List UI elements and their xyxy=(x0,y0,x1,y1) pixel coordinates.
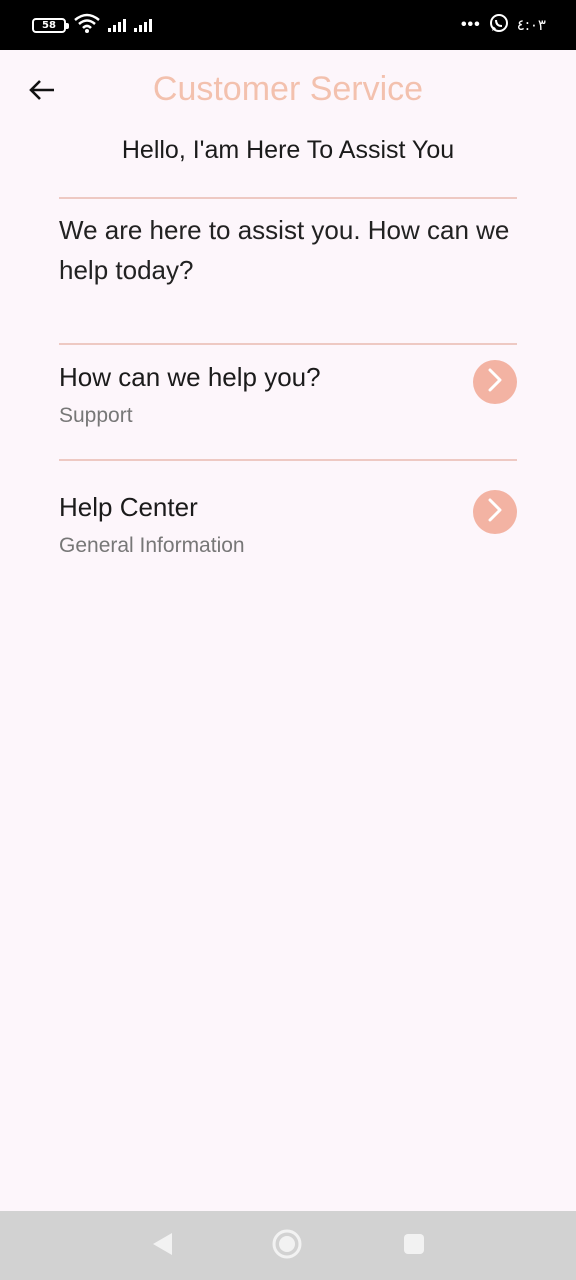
row-subtitle: Support xyxy=(59,404,133,427)
battery-icon: 58 xyxy=(32,17,69,33)
status-time: ٤:٠٣ xyxy=(516,16,546,34)
divider xyxy=(59,343,517,345)
chevron-right-icon xyxy=(484,367,506,398)
help-center-open-button[interactable] xyxy=(473,490,517,534)
signal-icon xyxy=(108,18,126,32)
support-open-button[interactable] xyxy=(473,360,517,404)
help-center-row[interactable]: Help Center General Information xyxy=(59,490,517,592)
status-bar-left: 58 xyxy=(32,13,152,38)
row-subtitle: General Information xyxy=(59,534,245,557)
nav-back-button[interactable] xyxy=(147,1231,177,1261)
status-bar-right: ••• ٤:٠٣ xyxy=(461,13,546,38)
divider xyxy=(59,197,517,199)
page-title: Customer Service xyxy=(152,70,424,108)
nav-home-button[interactable] xyxy=(272,1229,302,1264)
support-row[interactable]: How can we help you? Support xyxy=(59,360,517,462)
wifi-icon xyxy=(74,13,100,38)
nav-home-icon xyxy=(272,1229,302,1264)
chevron-right-icon xyxy=(484,497,506,528)
nav-recents-icon xyxy=(402,1232,426,1261)
intro-text: We are here to assist you. How can we he… xyxy=(59,215,510,285)
signal-icon xyxy=(134,18,152,32)
row-title: How can we help you? xyxy=(59,362,321,392)
overflow-dots: ••• xyxy=(460,16,481,33)
nav-recents-button[interactable] xyxy=(399,1231,429,1261)
battery-level: 58 xyxy=(42,19,56,31)
greeting-subtitle: Hello, I'am Here To Assist You xyxy=(121,136,455,164)
system-nav-bar xyxy=(0,1211,576,1280)
whatsapp-icon xyxy=(489,13,509,38)
status-bar: 58 ••• ٤:٠٣ xyxy=(0,0,576,50)
row-title: Help Center xyxy=(59,492,198,522)
screen: 58 ••• ٤:٠٣ Customer Service Hello, I'am… xyxy=(0,0,576,1280)
divider xyxy=(59,459,517,461)
nav-back-icon xyxy=(150,1231,174,1262)
